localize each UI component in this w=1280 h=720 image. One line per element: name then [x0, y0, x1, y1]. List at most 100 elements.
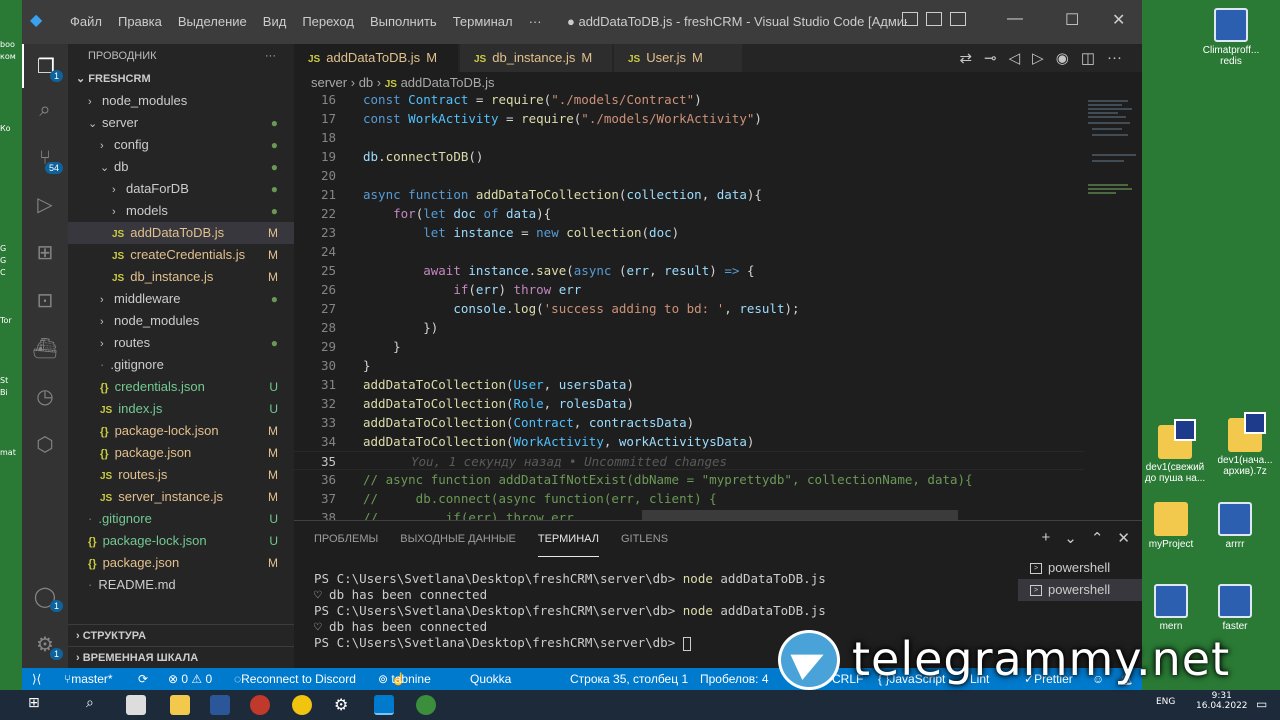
tree-item[interactable]: ⌄ server ●: [68, 112, 294, 134]
toggle-secondary-sidebar-icon[interactable]: [950, 12, 966, 26]
horizontal-scrollbar[interactable]: [642, 510, 958, 520]
more-actions-icon[interactable]: ···: [1107, 49, 1122, 67]
workspace-root[interactable]: ⌄ FRESHCRM: [68, 68, 294, 90]
chrome-icon[interactable]: [292, 695, 312, 715]
panel-tab-0[interactable]: ПРОБЛЕМЫ: [314, 521, 378, 557]
tab-user[interactable]: JS User.js M: [614, 44, 742, 72]
menu-item-0[interactable]: Файл: [62, 14, 110, 29]
settings-icon[interactable]: ⚙: [334, 695, 354, 715]
tree-item[interactable]: {} package.json M: [68, 552, 294, 574]
keyboard-language[interactable]: ENG: [1156, 697, 1175, 707]
terminal-instance[interactable]: > powershell: [1018, 579, 1142, 601]
tree-item[interactable]: ⌄ db ●: [68, 156, 294, 178]
branch-indicator[interactable]: ⑂ master*: [64, 668, 113, 690]
close-panel-icon[interactable]: ✕: [1117, 529, 1130, 547]
menu-item-6[interactable]: Терминал: [445, 14, 521, 29]
hexagon-extension-icon[interactable]: ⬡: [22, 422, 68, 466]
quokka-status[interactable]: Quokka: [470, 668, 511, 690]
toggle-panel-icon[interactable]: [926, 12, 942, 26]
chevron-down-icon[interactable]: ⌄: [1064, 529, 1077, 547]
compare-changes-icon[interactable]: ⇄: [959, 49, 972, 67]
desktop-icon-climatproff[interactable]: Climatproff... redis: [1196, 8, 1266, 67]
desktop-icon-dev1-archive[interactable]: dev1(нача... архив).7z: [1210, 412, 1280, 477]
tree-item[interactable]: › middleware ●: [68, 288, 294, 310]
desktop-icon-dev1[interactable]: dev1(свежий до пуша на...: [1140, 419, 1210, 484]
minimize-icon[interactable]: —: [1007, 10, 1023, 28]
cursor-position[interactable]: Строка 35, столбец 1: [570, 668, 688, 690]
docker-icon[interactable]: ⛴: [22, 326, 68, 370]
split-editor-icon[interactable]: ◫: [1081, 49, 1095, 67]
chevron-up-icon[interactable]: ⌃: [1091, 529, 1104, 547]
gitlens-icon[interactable]: ◷: [22, 374, 68, 418]
notification-center-icon[interactable]: ▭: [1256, 697, 1267, 711]
terminal-instance[interactable]: > powershell: [1018, 557, 1142, 579]
outline-section[interactable]: › СТРУКТУРА: [68, 624, 294, 646]
breadcrumb-server[interactable]: server: [311, 75, 347, 90]
breadcrumb-db[interactable]: db: [359, 75, 373, 90]
whatsapp-icon[interactable]: [416, 695, 436, 715]
tree-item[interactable]: › routes ●: [68, 332, 294, 354]
minimap[interactable]: [1084, 94, 1142, 520]
opera-icon[interactable]: [250, 695, 270, 715]
desktop-icon-mern[interactable]: mern: [1136, 584, 1206, 632]
menu-item-4[interactable]: Переход: [294, 14, 362, 29]
taskbar-search-icon[interactable]: ⌕: [86, 695, 106, 715]
vscode-taskbar-icon[interactable]: [374, 695, 394, 715]
start-icon[interactable]: ⊞: [28, 695, 48, 715]
problems-indicator[interactable]: ⊗ 0 ⚠ 0: [168, 668, 212, 690]
tree-item[interactable]: {} credentials.json U: [68, 376, 294, 398]
git-commit-icon[interactable]: ⊸: [984, 49, 997, 67]
tree-item[interactable]: › node_modules: [68, 90, 294, 112]
discord-status[interactable]: ◌ Reconnect to Discord: [234, 668, 356, 690]
panel-tab-3[interactable]: GITLENS: [621, 521, 668, 557]
notepad-icon[interactable]: [126, 695, 146, 715]
breadcrumb-file[interactable]: addDataToDB.js: [401, 75, 495, 90]
panel-tab-2[interactable]: ТЕРМИНАЛ: [537, 521, 599, 557]
tree-item[interactable]: {} package-lock.json U: [68, 530, 294, 552]
desktop-icon-arrrr[interactable]: arrrr: [1200, 502, 1270, 550]
search-icon[interactable]: ⌕: [22, 88, 68, 132]
tree-item[interactable]: › config ●: [68, 134, 294, 156]
menu-item-1[interactable]: Правка: [110, 14, 170, 29]
menu-item-3[interactable]: Вид: [255, 14, 295, 29]
source-control-icon[interactable]: ⑂ 54: [22, 136, 68, 180]
tab-db-instance[interactable]: JS db_instance.js M: [460, 44, 612, 72]
tree-item[interactable]: JS createCredentials.js M: [68, 244, 294, 266]
desktop-icon-myproject[interactable]: myProject: [1136, 502, 1206, 550]
tree-item[interactable]: · README.md: [68, 574, 294, 596]
remote-explorer-icon[interactable]: ⊡: [22, 278, 68, 322]
close-icon[interactable]: ✕: [1112, 10, 1125, 30]
tree-item[interactable]: · .gitignore: [68, 354, 294, 376]
tree-item[interactable]: › models ●: [68, 200, 294, 222]
run-icon[interactable]: ◉: [1056, 49, 1069, 67]
more-actions-icon[interactable]: ···: [265, 44, 276, 68]
panel-tab-1[interactable]: ВЫХОДНЫЕ ДАННЫЕ: [400, 521, 516, 557]
tree-item[interactable]: JS addDataToDB.js M: [68, 222, 294, 244]
tree-item[interactable]: JS server_instance.js M: [68, 486, 294, 508]
new-terminal-icon[interactable]: +: [1042, 529, 1051, 547]
menu-item-7[interactable]: ···: [521, 14, 550, 29]
indentation[interactable]: Пробелов: 4: [700, 668, 769, 690]
tree-item[interactable]: · .gitignore U: [68, 508, 294, 530]
tree-item[interactable]: {} package.json M: [68, 442, 294, 464]
explorer-icon[interactable]: ❐ 1: [22, 44, 68, 88]
run-debug-icon[interactable]: ▷: [22, 182, 68, 226]
tree-item[interactable]: JS db_instance.js M: [68, 266, 294, 288]
remote-icon[interactable]: ⟩⟨: [32, 668, 41, 690]
toggle-sidebar-icon[interactable]: [902, 12, 918, 26]
tree-item[interactable]: › node_modules: [68, 310, 294, 332]
next-change-icon[interactable]: ▷: [1032, 49, 1044, 67]
clock[interactable]: 9:31 16.04.2022: [1196, 691, 1248, 711]
account-icon[interactable]: ◯ 1: [22, 574, 68, 618]
extensions-icon[interactable]: ⊞: [22, 230, 68, 274]
settings-gear-icon[interactable]: ⚙ 1: [22, 622, 68, 666]
word-icon[interactable]: [210, 695, 230, 715]
previous-change-icon[interactable]: ◁: [1009, 49, 1021, 67]
timeline-section[interactable]: › ВРЕМЕННАЯ ШКАЛА: [68, 646, 294, 668]
sync-icon[interactable]: ⟳: [138, 668, 148, 690]
tree-item[interactable]: JS routes.js M: [68, 464, 294, 486]
menu-item-2[interactable]: Выделение: [170, 14, 255, 29]
menu-item-5[interactable]: Выполнить: [362, 14, 445, 29]
tabnine-status[interactable]: ⊚ tabnine ☝: [378, 668, 431, 690]
desktop-icon-faster[interactable]: faster: [1200, 584, 1270, 632]
